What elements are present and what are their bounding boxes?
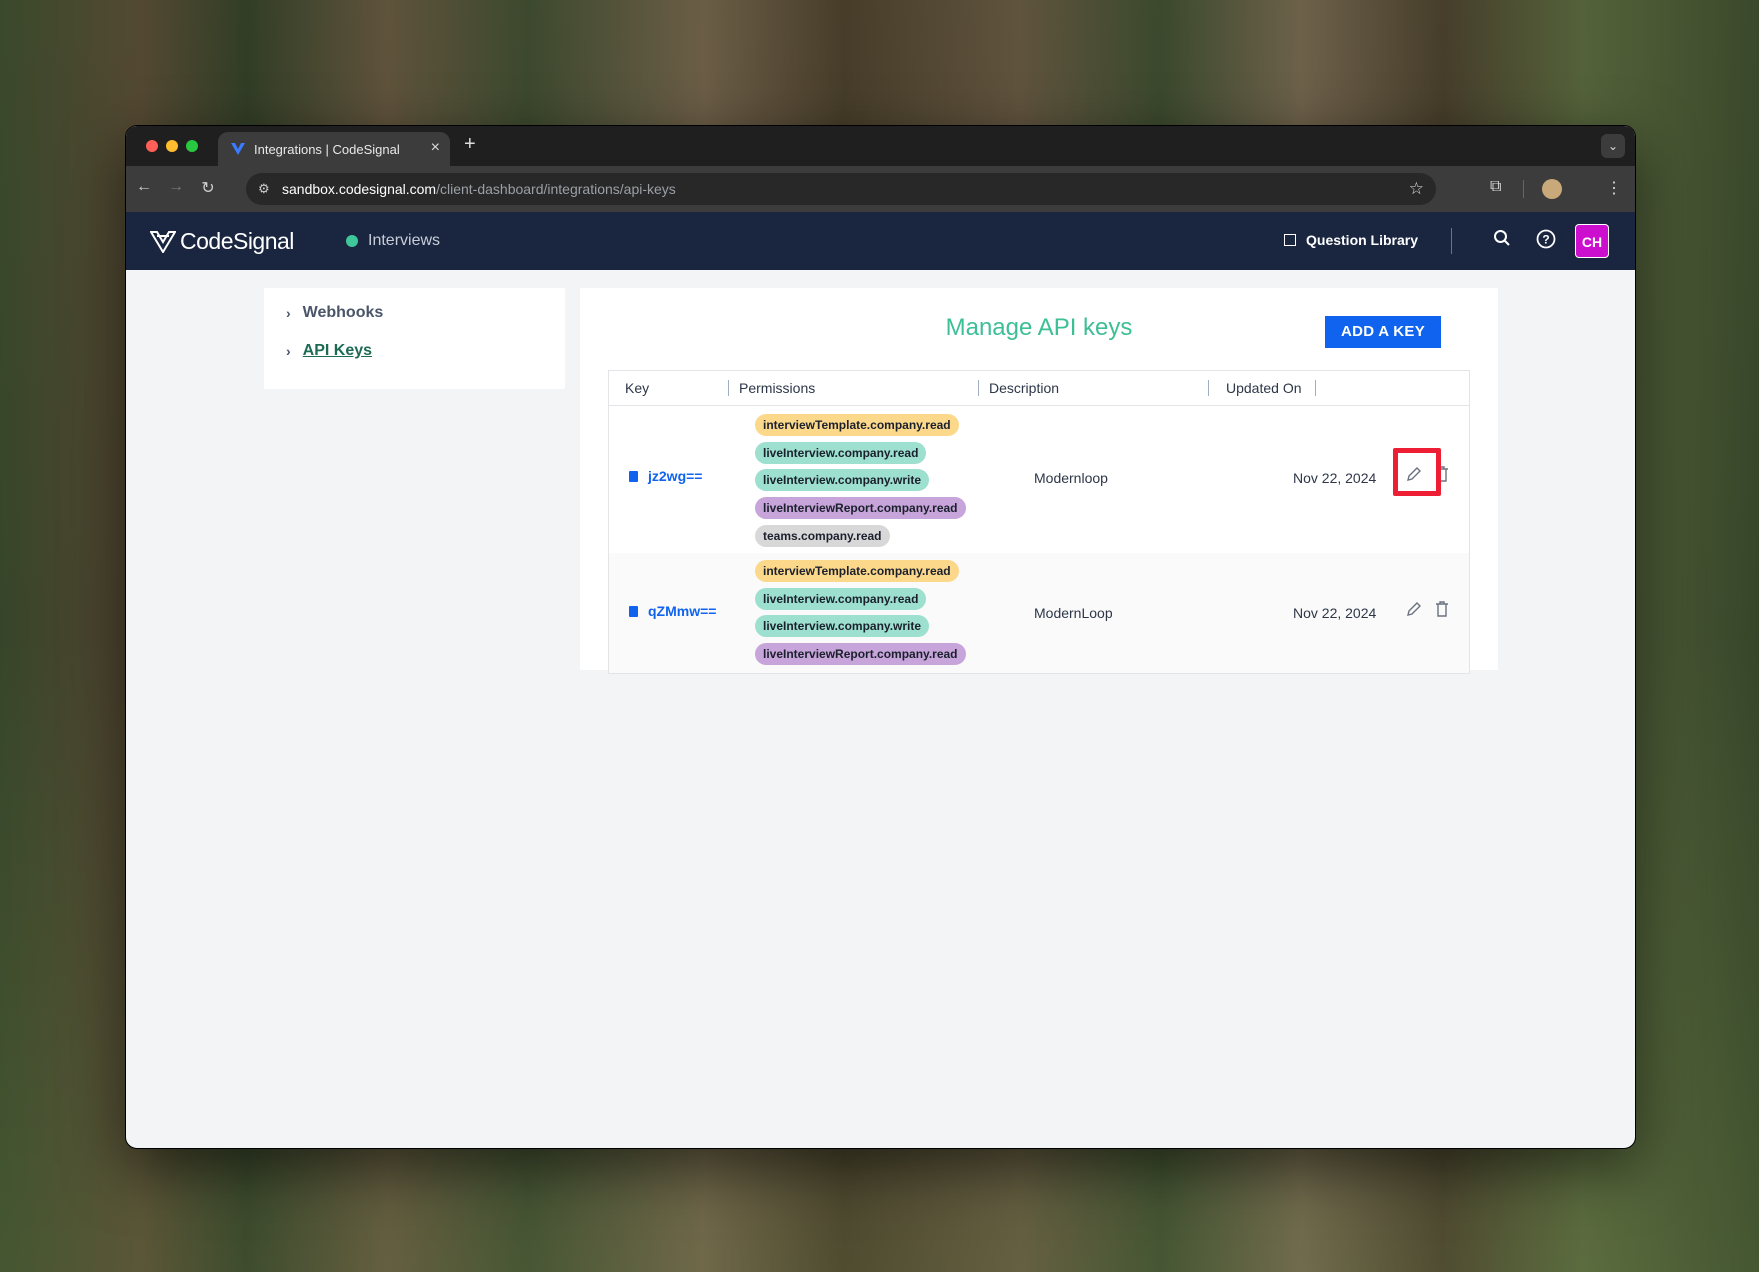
permission-chip: teams.company.read <box>755 525 890 547</box>
delete-trash-icon[interactable] <box>1435 601 1449 621</box>
svg-text:?: ? <box>1542 233 1549 247</box>
permission-chip: interviewTemplate.company.read <box>755 414 959 436</box>
url-text: sandbox.codesignal.com/client-dashboard/… <box>282 181 676 197</box>
question-library-label: Question Library <box>1306 232 1419 248</box>
header-divider <box>1451 228 1452 254</box>
permission-chip: liveInterview.company.write <box>755 469 930 491</box>
brand-name: CodeSignal <box>180 228 294 254</box>
key-updated-on: Nov 22, 2024 <box>1293 605 1377 621</box>
highlight-box <box>1393 448 1441 496</box>
sidebar-item-label: API Keys <box>302 342 373 359</box>
tab-close-icon[interactable]: × <box>431 139 440 157</box>
column-divider[interactable] <box>1315 380 1316 396</box>
new-tab-icon[interactable]: + <box>464 133 476 156</box>
help-icon[interactable]: ? <box>1536 229 1556 254</box>
table-row: jz2wg== interviewTemplate.company.read l… <box>609 406 1469 553</box>
permission-chip: interviewTemplate.company.read <box>755 560 959 582</box>
url-host: sandbox.codesignal.com <box>282 181 437 197</box>
codesignal-favicon-icon <box>231 143 245 155</box>
api-keys-panel: Manage API keys ADD A KEY Key Permission… <box>580 288 1498 674</box>
permission-chip: liveInterview.company.read <box>755 588 927 610</box>
copy-icon[interactable] <box>629 605 638 617</box>
browser-tab[interactable]: Integrations | CodeSignal × <box>218 132 450 166</box>
sidebar-item-api-keys[interactable]: › API Keys <box>286 342 372 360</box>
table-header: Key Permissions Description Updated On <box>609 371 1469 406</box>
codesignal-logo[interactable]: CodeSignal <box>150 228 294 255</box>
sidebar-item-webhooks[interactable]: › Webhooks <box>286 304 383 322</box>
column-header-updated-on[interactable]: Updated On <box>1226 380 1302 396</box>
browser-menu-icon[interactable]: ⋮ <box>1606 178 1622 198</box>
column-divider[interactable] <box>978 380 979 396</box>
product-switcher[interactable]: Interviews <box>346 232 440 250</box>
interviews-icon <box>346 235 358 247</box>
site-settings-icon[interactable]: ⚙ <box>258 181 274 197</box>
bookmark-star-icon[interactable]: ☆ <box>1409 179 1424 199</box>
column-header-permissions[interactable]: Permissions <box>739 380 815 396</box>
browser-window: Integrations | CodeSignal × + ⌄ ← → ↻ ⚙ … <box>125 125 1636 1149</box>
tab-bar: Integrations | CodeSignal × + ⌄ <box>126 126 1635 166</box>
copy-icon[interactable] <box>629 470 638 482</box>
integrations-sidebar: › Webhooks › API Keys <box>264 288 565 389</box>
api-key-value: qZMmw== <box>648 603 717 619</box>
permission-chip: liveInterview.company.write <box>755 615 930 637</box>
column-divider[interactable] <box>1208 380 1209 396</box>
search-icon[interactable] <box>1493 229 1511 252</box>
chevron-right-icon: › <box>286 305 291 321</box>
tab-search-chevron-icon[interactable]: ⌄ <box>1601 134 1625 158</box>
url-path: /client-dashboard/integrations/api-keys <box>436 181 676 197</box>
extensions-icon[interactable]: ⧉ <box>1490 178 1501 196</box>
key-description: ModernLoop <box>1034 605 1113 621</box>
toolbar-divider <box>1523 180 1524 198</box>
key-updated-on: Nov 22, 2024 <box>1293 470 1377 486</box>
window-minimize-button[interactable] <box>166 140 178 152</box>
forward-arrow-icon[interactable]: → <box>164 178 188 196</box>
table-row: qZMmw== interviewTemplate.company.read l… <box>609 553 1469 673</box>
add-key-button[interactable]: ADD A KEY <box>1325 316 1441 348</box>
window-close-button[interactable] <box>146 140 158 152</box>
column-header-key[interactable]: Key <box>625 380 649 396</box>
edit-pencil-icon[interactable] <box>1406 601 1422 621</box>
profile-avatar-icon[interactable] <box>1542 179 1562 199</box>
user-avatar[interactable]: CH <box>1575 224 1609 258</box>
browser-toolbar: ← → ↻ ⚙ sandbox.codesignal.com/client-da… <box>126 166 1635 212</box>
tab-title: Integrations | CodeSignal <box>254 142 400 157</box>
chevron-right-icon: › <box>286 343 291 359</box>
question-library-link[interactable]: Question Library <box>1284 232 1418 248</box>
column-divider[interactable] <box>728 380 729 396</box>
reload-icon[interactable]: ↻ <box>196 178 220 198</box>
app-header: CodeSignal Interviews Question Library ?… <box>126 212 1635 270</box>
codesignal-logo-icon <box>150 230 176 253</box>
book-icon <box>1284 234 1296 246</box>
permission-chip: liveInterview.company.read <box>755 442 927 464</box>
back-arrow-icon[interactable]: ← <box>132 178 156 196</box>
api-keys-table: Key Permissions Description Updated On j… <box>608 370 1470 674</box>
column-header-description[interactable]: Description <box>989 380 1059 396</box>
sidebar-item-label: Webhooks <box>302 304 384 321</box>
product-name: Interviews <box>368 232 441 249</box>
api-key-value: jz2wg== <box>648 468 703 484</box>
address-bar[interactable]: ⚙ sandbox.codesignal.com/client-dashboar… <box>246 173 1436 205</box>
api-key-link[interactable]: jz2wg== <box>629 468 702 484</box>
permission-chip: liveInterviewReport.company.read <box>755 497 966 519</box>
key-description: Modernloop <box>1034 470 1108 486</box>
window-maximize-button[interactable] <box>186 140 198 152</box>
api-key-link[interactable]: qZMmw== <box>629 603 716 619</box>
permission-chip: liveInterviewReport.company.read <box>755 643 966 665</box>
